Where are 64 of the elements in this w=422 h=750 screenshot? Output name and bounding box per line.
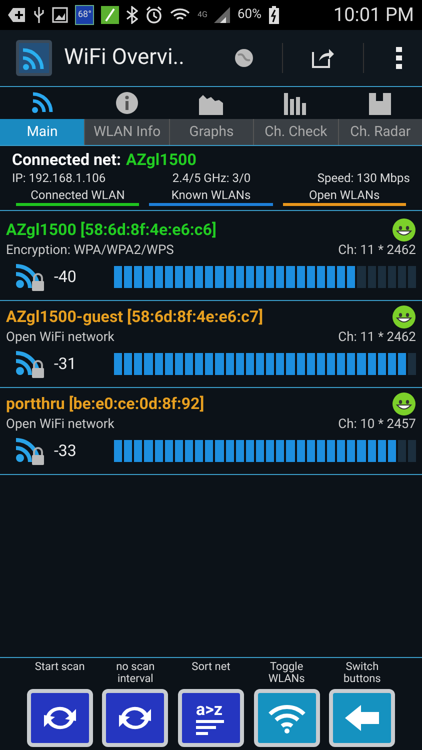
globe-icon[interactable] — [234, 48, 254, 68]
network-security: Open WiFi network — [6, 416, 114, 434]
image-icon — [52, 7, 68, 23]
signal-icon — [214, 7, 230, 23]
wifi-icon — [266, 702, 307, 734]
signal-strength: -33 — [54, 440, 78, 462]
wifi-icon — [30, 91, 54, 115]
battery-level: 60% — [237, 6, 262, 24]
toolbar-button[interactable]: a>z — [178, 689, 244, 747]
network-name: AZgl1500-guest [58:6d:8f:4e:e6:c7] — [6, 306, 264, 328]
bluetooth-icon — [126, 6, 138, 24]
network-security: Encryption: WPA/WPA2/WPS — [6, 242, 174, 260]
app-title: WiFi Overvi.. — [64, 44, 184, 72]
band-count: 2.4/5 GHz: 3/0 — [172, 170, 251, 187]
button-caption: Toggle WLANs — [267, 661, 306, 686]
tab[interactable]: Ch. Radar — [338, 87, 422, 145]
app-icon — [101, 6, 120, 24]
link-speed: Speed: 130 Mbps — [317, 170, 410, 187]
connected-network: AZgl1500 — [126, 150, 196, 170]
network-row[interactable]: AZgl1500 [58:6d:8f:4e:e6:c6] Encryption: WPA/WPA2/WPS Ch: 11 * 2462 -40 — [0, 214, 422, 301]
share-icon[interactable] — [311, 46, 335, 68]
sort-label: a>z — [196, 702, 223, 718]
blocks-icon — [368, 91, 392, 115]
legend-item: Open WLANs — [282, 187, 406, 206]
tab[interactable]: WLAN Info — [84, 87, 169, 145]
smiley-icon — [392, 305, 416, 329]
button-caption: Sort net — [190, 661, 232, 675]
smiley-icon — [392, 218, 416, 242]
lines-icon — [196, 718, 226, 734]
network-row[interactable]: portthru [be:e0:ce:0d:8f:92] Open WiFi network Ch: 10 * 2457 -33 — [0, 388, 422, 475]
toolbar-button[interactable] — [102, 689, 168, 747]
alarm-icon — [145, 6, 164, 24]
button-caption: Start scan — [34, 661, 86, 675]
legend-item: Connected WLAN — [16, 187, 140, 206]
tab[interactable]: Main — [0, 87, 84, 145]
channel-frequency: Ch: 11 * 2462 — [338, 242, 416, 260]
signal-strength: -40 — [54, 266, 78, 288]
menu-icon[interactable] — [396, 46, 402, 68]
weather-badge: 68° — [75, 5, 94, 25]
toolbar-button[interactable] — [26, 689, 93, 747]
clock: 10:01 PM — [333, 2, 414, 28]
network-security: Open WiFi network — [6, 329, 114, 347]
battery-icon — [268, 6, 279, 24]
left-arrow-icon — [343, 703, 382, 733]
network-row[interactable]: AZgl1500-guest [58:6d:8f:4e:e6:c7] Open WiFi network Ch: 11 * 2462 -31 — [0, 301, 422, 388]
channel-frequency: Ch: 10 * 2457 — [338, 416, 416, 434]
channel-frequency: Ch: 11 * 2462 — [338, 329, 416, 347]
bar-chart-icon — [283, 91, 308, 115]
smiley-icon — [392, 392, 416, 416]
tab[interactable]: Ch. Check — [253, 87, 338, 145]
wifi-app-icon — [16, 40, 52, 76]
add-icon — [8, 7, 26, 23]
ip-address: IP: 192.168.1.106 — [12, 170, 106, 187]
signal-strength: -31 — [54, 353, 78, 375]
connected-label: Connected net: — [12, 150, 121, 170]
network-name: portthru [be:e0:ce:0d:8f:92] — [6, 393, 204, 415]
button-caption: Switch buttons — [342, 661, 382, 686]
network-name: AZgl1500 [58:6d:8f:4e:e6:c6] — [6, 219, 216, 241]
info-icon — [114, 91, 139, 115]
button-caption: no scan interval — [115, 661, 156, 686]
network-type: 4G — [197, 9, 208, 21]
tab[interactable]: Graphs — [168, 87, 254, 145]
usb-icon — [33, 6, 45, 24]
legend-item: Known WLANs — [149, 187, 273, 206]
